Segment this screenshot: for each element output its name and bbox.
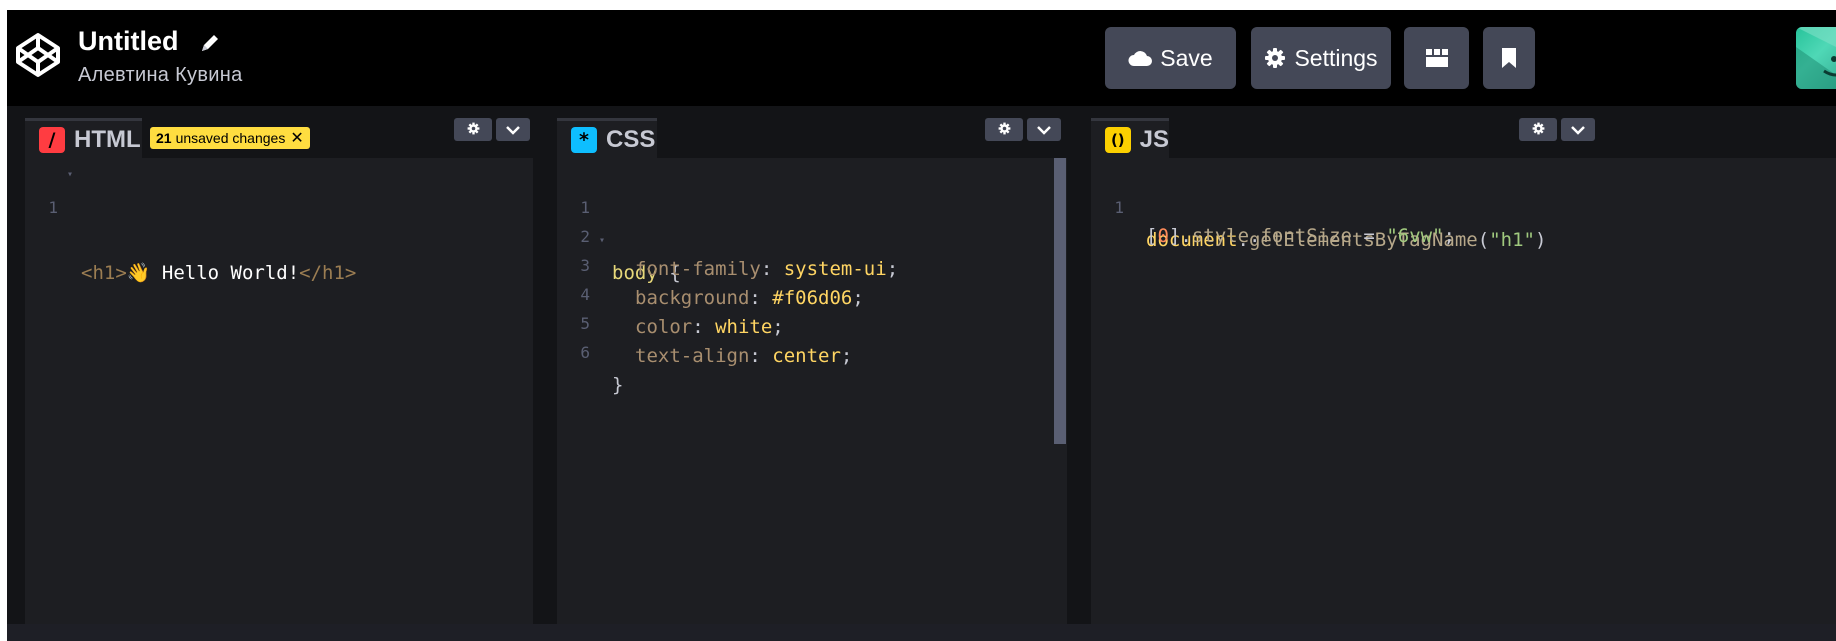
tab-css-label: CSS	[606, 125, 656, 153]
tab-js-label: JS	[1139, 125, 1169, 153]
author-name[interactable]: Алевтина Кувина	[78, 64, 243, 87]
css-panel-collapse-button[interactable]	[1027, 118, 1061, 141]
js-panel-settings-button[interactable]	[1519, 118, 1557, 141]
code-line-wrap: [0].style.fontSize = "6vw";	[1146, 225, 1455, 247]
tab-css[interactable]: * CSS	[557, 118, 657, 158]
tab-js[interactable]: () JS	[1091, 118, 1169, 158]
css-editor-panel: * CSS 1 ▾ body { 2 font-family: system-u…	[557, 106, 1067, 624]
tab-html-label: HTML	[74, 125, 141, 153]
layout-icon	[1425, 48, 1449, 68]
footer-bar	[7, 624, 1836, 641]
gear-icon	[1264, 47, 1286, 69]
html-panel-collapse-button[interactable]	[496, 118, 530, 141]
header: Untitled Алевтина Кувина Save Settings	[7, 10, 1836, 106]
html-panel-settings-button[interactable]	[454, 118, 492, 141]
html-editor-panel: / HTML 21 unsaved changes ✕ 1 ▾ <h1>👋 He…	[25, 106, 533, 624]
fold-arrow-icon[interactable]: ▾	[67, 158, 73, 191]
html-language-icon: /	[39, 126, 65, 153]
unsaved-changes-badge[interactable]: 21 unsaved changes ✕	[150, 127, 310, 149]
chevron-down-icon	[506, 122, 520, 138]
tab-html[interactable]: / HTML	[25, 118, 142, 158]
js-editor-panel: () JS 1 document.getElementsByTagName("h…	[1091, 106, 1836, 624]
chevron-down-icon	[1571, 122, 1585, 138]
settings-button[interactable]: Settings	[1251, 27, 1391, 89]
js-code-area[interactable]: 1 document.getElementsByTagName("h1") [0…	[1091, 158, 1836, 624]
change-view-button[interactable]	[1404, 27, 1469, 89]
js-panel-collapse-button[interactable]	[1561, 118, 1595, 141]
save-button[interactable]: Save	[1105, 27, 1236, 89]
app-window: Untitled Алевтина Кувина Save Settings /…	[7, 10, 1836, 641]
editor-workspace: / HTML 21 unsaved changes ✕ 1 ▾ <h1>👋 He…	[7, 106, 1836, 624]
gear-icon	[1532, 122, 1545, 138]
cloud-icon	[1128, 49, 1153, 67]
bookmark-icon	[1501, 47, 1517, 69]
pencil-icon[interactable]	[199, 32, 221, 54]
codepen-logo-icon[interactable]	[15, 32, 61, 78]
close-icon[interactable]: ✕	[290, 128, 303, 148]
bookmark-button[interactable]	[1483, 27, 1535, 89]
css-panel-settings-button[interactable]	[985, 118, 1023, 141]
chevron-down-icon	[1037, 122, 1051, 138]
html-code-area[interactable]: 1 ▾ <h1>👋 Hello World!</h1>	[25, 158, 533, 624]
waving-hand-icon: 👋	[126, 262, 151, 284]
pen-title[interactable]: Untitled	[78, 26, 179, 57]
line-number: 1	[48, 198, 58, 217]
gear-icon	[467, 122, 480, 138]
css-language-icon: *	[571, 126, 597, 153]
css-code-area[interactable]: 1 ▾ body { 2 font-family: system-ui; 3 b…	[557, 158, 1067, 624]
unsaved-count: 21	[156, 130, 172, 146]
unsaved-text: unsaved changes	[175, 130, 286, 146]
avatar[interactable]	[1796, 27, 1836, 89]
js-language-icon: ()	[1105, 126, 1131, 153]
code-line: 1 ▾ <h1>👋 Hello World!</h1>	[25, 158, 356, 284]
settings-button-label: Settings	[1294, 44, 1378, 71]
code-line: 6 }	[580, 343, 624, 396]
save-button-label: Save	[1160, 44, 1213, 71]
gear-icon	[998, 122, 1011, 138]
